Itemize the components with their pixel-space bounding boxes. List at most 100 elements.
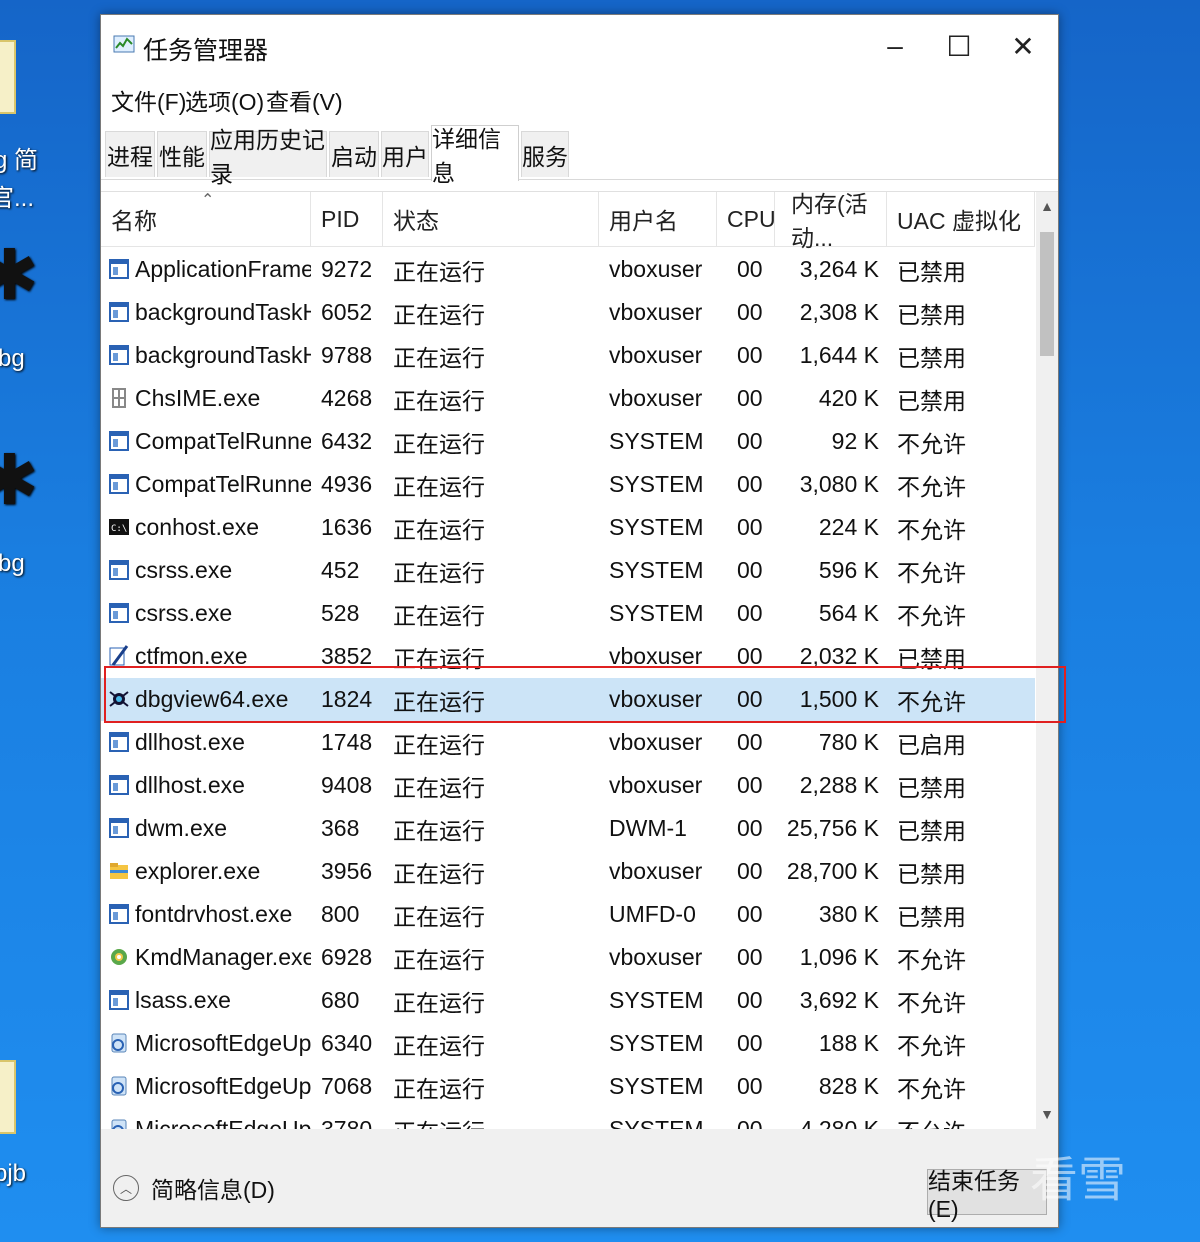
column-header-cpu[interactable]: CPU [717, 192, 776, 246]
column-header-uac[interactable]: UAC 虚拟化 [887, 192, 1035, 246]
table-row[interactable]: MicrosoftEdgeUp... 7068 正在运行 SYSTEM 00 828 K 不… [101, 1065, 1035, 1108]
table-row[interactable]: explorer.exe 3956 正在运行 vboxuser 00 28,700 K 已禁… [101, 850, 1035, 893]
cell-cpu: 00 [737, 944, 763, 970]
table-row[interactable]: MicrosoftEdgeUp... 6340 正在运行 SYSTEM 00 188 K 不… [101, 1022, 1035, 1065]
tab-services[interactable]: 服务 [521, 131, 569, 177]
cell-cpu: 00 [737, 729, 763, 755]
close-button[interactable]: ✕ [993, 25, 1053, 67]
cell-user: SYSTEM [609, 514, 704, 540]
desktop-file-icon[interactable] [0, 1060, 16, 1134]
scroll-up-icon[interactable]: ▲ [1036, 198, 1058, 214]
watermark-text: 看雪 [1030, 1154, 1127, 1207]
table-row[interactable]: dllhost.exe 9408 正在运行 vboxuser 00 2,288 K 已禁用 [101, 764, 1035, 807]
cell-mem: 380 K [818, 901, 879, 927]
cell-mem: 1,096 K [799, 944, 879, 970]
cell-pid: 9272 [321, 256, 373, 282]
cell-status: 正在运行 [393, 817, 485, 844]
table-row[interactable]: ChsIME.exe 4268 正在运行 vboxuser 00 420 K 已禁用 [101, 377, 1035, 420]
desktop-bug-icon[interactable]: ✱ [0, 445, 39, 515]
cell-pid: 680 [321, 987, 360, 1013]
cell-uac: 不允许 [897, 602, 966, 629]
table-row[interactable]: C:\ conhost.exe 1636 正在运行 SYSTEM 00 224 K 不允许 [101, 506, 1035, 549]
cell-cpu: 00 [737, 1030, 763, 1056]
end-task-button[interactable]: 结束任务(E) [927, 1168, 1047, 1222]
column-header-username[interactable]: 用户名 [599, 192, 717, 246]
cell-name: explorer.exe [135, 858, 261, 884]
cell-user: SYSTEM [609, 600, 704, 626]
table-row[interactable]: CompatTelRunner.... 4936 正在运行 SYSTEM 00 3,080… [101, 463, 1035, 506]
cell-name: MicrosoftEdgeUp... [135, 1073, 311, 1099]
cell-status: 正在运行 [393, 1032, 485, 1059]
table-row[interactable]: ApplicationFrameH... 9272 正在运行 vboxuser 00 3,… [101, 248, 1035, 291]
table-row[interactable]: MicrosoftEdgeUp... 3780 正在运行 SYSTEM 00 4,280 … [101, 1108, 1035, 1131]
table-row[interactable]: lsass.exe 680 正在运行 SYSTEM 00 3,692 K 不允许 [101, 979, 1035, 1022]
table-row[interactable]: backgroundTaskH... 9788 正在运行 vboxuser 00 1,64… [101, 334, 1035, 377]
cell-status: 正在运行 [393, 946, 485, 973]
tab-startup[interactable]: 启动 [329, 131, 379, 177]
menu-view[interactable]: 查看(V) [266, 83, 343, 117]
cell-name: CompatTelRunner.... [135, 471, 311, 497]
tab-app-history[interactable]: 应用历史记录 [209, 127, 327, 187]
desktop-label: 官... [0, 185, 35, 212]
fewer-details-button[interactable]: ︿ 简略信息(D) [113, 1171, 275, 1205]
table-row[interactable]: KmdManager.exe 6928 正在运行 vboxuser 00 1,096 K 不… [101, 936, 1035, 979]
cell-status: 正在运行 [393, 301, 485, 328]
cell-mem: 3,692 K [799, 987, 879, 1013]
cell-user: vboxuser [609, 686, 703, 712]
table-row[interactable]: csrss.exe 528 正在运行 SYSTEM 00 564 K 不允许 [101, 592, 1035, 635]
cell-status: 正在运行 [393, 731, 485, 758]
maximize-button[interactable]: ☐ [929, 25, 989, 67]
table-row[interactable]: fontdrvhost.exe 800 正在运行 UMFD-0 00 380 K 已禁用 [101, 893, 1035, 936]
menu-options[interactable]: 选项(O) [185, 83, 264, 117]
table-row[interactable]: CompatTelRunner.... 6432 正在运行 SYSTEM 00 92 K 不… [101, 420, 1035, 463]
column-header-memory[interactable]: 内存(活动... [775, 192, 887, 251]
cell-mem: 92 K [831, 428, 879, 454]
desktop-bug-icon[interactable]: ✱ [0, 240, 39, 310]
desktop-file-icon[interactable] [0, 40, 16, 114]
table-row-selected[interactable]: dbgview64.exe 1824 正在运行 vboxuser 00 1,500 K 不允… [101, 678, 1035, 721]
cell-user: vboxuser [609, 944, 703, 970]
minimize-button[interactable]: – [865, 25, 925, 67]
bug-icon: ✱ [0, 236, 39, 314]
pen-icon [109, 645, 129, 667]
tab-users[interactable]: 用户 [381, 131, 429, 177]
cell-name: backgroundTaskH... [135, 342, 311, 368]
folder-icon [109, 860, 129, 882]
cell-status: 正在运行 [393, 989, 485, 1016]
title-bar[interactable]: 任务管理器 – ☐ ✕ [101, 15, 1058, 75]
cell-pid: 452 [321, 557, 360, 583]
cell-user: vboxuser [609, 729, 703, 755]
cell-pid: 9788 [321, 342, 373, 368]
scroll-thumb[interactable] [1040, 232, 1054, 356]
svg-text:C:\: C:\ [111, 524, 127, 534]
column-header-status[interactable]: 状态 [383, 192, 599, 246]
vertical-scrollbar[interactable]: ▲ ▼ [1036, 192, 1058, 1130]
menu-file[interactable]: 文件(F) [111, 83, 186, 117]
table-row[interactable]: ctfmon.exe 3852 正在运行 vboxuser 00 2,032 K 已禁用 [101, 635, 1035, 678]
cell-pid: 1824 [321, 686, 373, 712]
menu-bar: 文件(F) 选项(O) 查看(V) [101, 79, 1058, 117]
table-row[interactable]: backgroundTaskH... 6052 正在运行 vboxuser 00 2,30… [101, 291, 1035, 334]
tab-details[interactable]: 详细信息 [431, 125, 519, 186]
cell-user: vboxuser [609, 772, 703, 798]
cell-uac: 已禁用 [897, 645, 966, 672]
details-table[interactable]: 名称 ⌃ PID 状态 用户名 CPU 内存(活动... UAC 虚拟化 App… [101, 191, 1058, 1131]
tab-processes[interactable]: 进程 [105, 131, 155, 177]
cell-mem: 420 K [818, 385, 879, 411]
scroll-down-icon[interactable]: ▼ [1036, 1106, 1058, 1122]
cell-pid: 528 [321, 600, 360, 626]
tab-performance[interactable]: 性能 [157, 131, 207, 177]
cell-user: vboxuser [609, 385, 703, 411]
table-row[interactable]: dwm.exe 368 正在运行 DWM-1 00 25,756 K 已禁用 [101, 807, 1035, 850]
cell-uac: 不允许 [897, 1075, 966, 1102]
cell-name: ChsIME.exe [135, 385, 261, 411]
table-row[interactable]: dllhost.exe 1748 正在运行 vboxuser 00 780 K 已启用 [101, 721, 1035, 764]
window-icon [109, 258, 129, 280]
desktop-label: bg [0, 550, 25, 577]
column-header-name[interactable]: 名称 ⌃ [101, 192, 311, 246]
column-header-pid[interactable]: PID [311, 192, 383, 246]
cell-status: 正在运行 [393, 473, 485, 500]
table-row[interactable]: csrss.exe 452 正在运行 SYSTEM 00 596 K 不允许 [101, 549, 1035, 592]
cell-mem: 1,644 K [799, 342, 879, 368]
cell-user: SYSTEM [609, 1116, 704, 1131]
